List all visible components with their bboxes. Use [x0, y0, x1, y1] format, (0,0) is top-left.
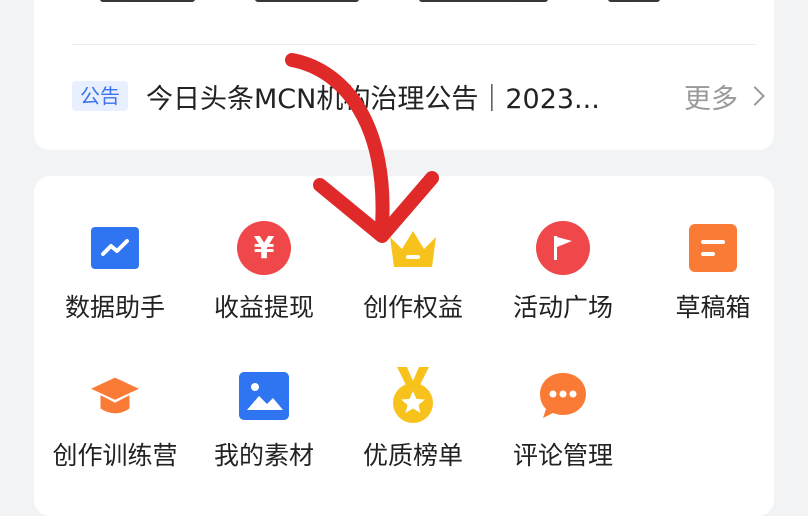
- cropped-text: [100, 0, 660, 6]
- tool-label: 草稿箱: [675, 293, 751, 322]
- tool-label: 创作训练营: [52, 441, 178, 470]
- more-link[interactable]: 更多: [684, 77, 765, 116]
- tool-drafts[interactable]: 草稿箱: [638, 220, 788, 324]
- tool-income-withdraw[interactable]: ¥ 收益提现: [189, 220, 339, 324]
- graduation-cap-icon: [87, 368, 143, 424]
- tool-label: 数据助手: [64, 293, 165, 322]
- chevron-right-icon: [745, 86, 765, 106]
- tool-label: 评论管理: [512, 441, 613, 470]
- medal-icon: [385, 367, 441, 424]
- comment-icon: [535, 368, 591, 424]
- yen-icon: ¥: [236, 220, 292, 276]
- tool-label: 创作权益: [362, 293, 463, 322]
- tool-activity-square[interactable]: 活动广场: [488, 220, 638, 324]
- tool-training-camp[interactable]: 创作训练营: [40, 368, 190, 472]
- flag-icon: [535, 220, 591, 276]
- tool-creator-rights[interactable]: 创作权益: [338, 220, 488, 324]
- announcement-badge: 公告: [72, 81, 128, 111]
- tool-my-materials[interactable]: 我的素材: [189, 368, 339, 472]
- divider: [72, 44, 756, 45]
- announcement-text[interactable]: 今日头条MCN机构治理公告｜2023...: [146, 77, 626, 116]
- tool-quality-ranking[interactable]: 优质榜单: [338, 367, 488, 472]
- chart-icon: [87, 220, 143, 276]
- tool-label: 收益提现: [213, 293, 314, 322]
- tool-label: 活动广场: [512, 293, 613, 322]
- tool-comment-management[interactable]: 评论管理: [488, 368, 638, 472]
- tool-label: 我的素材: [213, 441, 314, 470]
- more-label: 更多: [684, 83, 738, 115]
- tool-label: 优质榜单: [362, 441, 463, 470]
- tool-data-assistant[interactable]: 数据助手: [40, 220, 190, 324]
- announcement-row[interactable]: 公告 今日头条MCN机构治理公告｜2023... 更多: [72, 72, 765, 120]
- draft-icon: [685, 220, 741, 276]
- crown-icon: [385, 220, 441, 276]
- image-icon: [236, 368, 292, 424]
